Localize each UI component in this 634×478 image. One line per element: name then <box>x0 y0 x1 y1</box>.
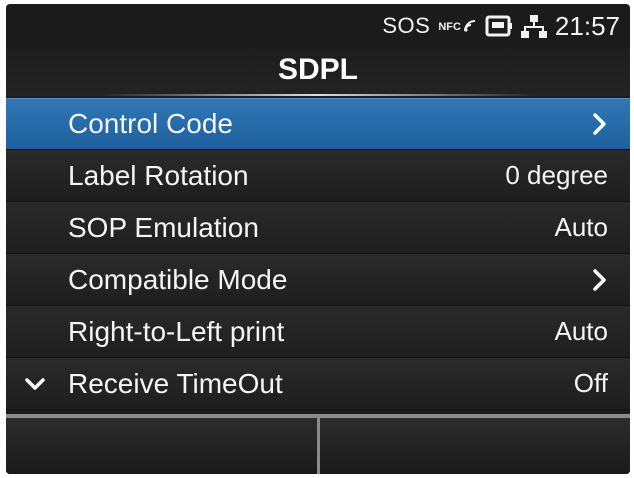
menu-item-value: 0 degree <box>505 160 608 190</box>
menu-item-label: Label Rotation <box>68 159 249 191</box>
menu-item-receive-timeout[interactable]: Receive TimeOut Off <box>6 358 630 410</box>
title-underline <box>99 94 537 96</box>
network-icon <box>520 14 547 38</box>
menu-item-sop-emulation[interactable]: SOP Emulation Auto <box>6 202 630 254</box>
menu-item-label: SOP Emulation <box>68 211 259 243</box>
menu-item-value: Off <box>573 368 608 398</box>
chevron-right-icon <box>592 112 608 136</box>
menu-item-value: Auto <box>554 316 609 346</box>
nfc-icon: NFC <box>438 19 477 33</box>
menu-item-label: Receive TimeOut <box>68 367 283 399</box>
menu-item-right-to-left-print[interactable]: Right-to-Left print Auto <box>6 306 630 358</box>
menu-item-label: Control Code <box>68 108 233 139</box>
menu-item-label-rotation[interactable]: Label Rotation 0 degree <box>6 150 630 202</box>
menu-item-label: Compatible Mode <box>68 263 288 295</box>
chevron-right-icon <box>592 268 608 292</box>
menu-item-value: Auto <box>554 212 609 242</box>
menu-list: Control Code Label Rotation 0 degree SOP… <box>6 98 630 410</box>
menu-item-control-code[interactable]: Control Code <box>6 98 630 150</box>
menu-item-compatible-mode[interactable]: Compatible Mode <box>6 254 630 306</box>
menu-item-label: Right-to-Left print <box>68 315 285 347</box>
softkey-bar <box>6 414 630 474</box>
status-bar: SOS NFC 21:57 <box>382 4 630 48</box>
softkey-left[interactable] <box>6 418 320 474</box>
card-slot-icon <box>485 14 513 38</box>
page-title: SDPL <box>277 53 358 86</box>
printer-display: SOS NFC 21:57 SDPL Control Code Label Ro… <box>6 4 630 474</box>
clock-time: 21:57 <box>554 10 620 41</box>
nfc-label: NFC <box>438 21 461 33</box>
chevron-down-icon[interactable] <box>24 377 46 391</box>
softkey-right[interactable] <box>319 418 630 474</box>
title-bar: SDPL <box>6 48 630 96</box>
sos-indicator: SOS <box>382 13 431 38</box>
